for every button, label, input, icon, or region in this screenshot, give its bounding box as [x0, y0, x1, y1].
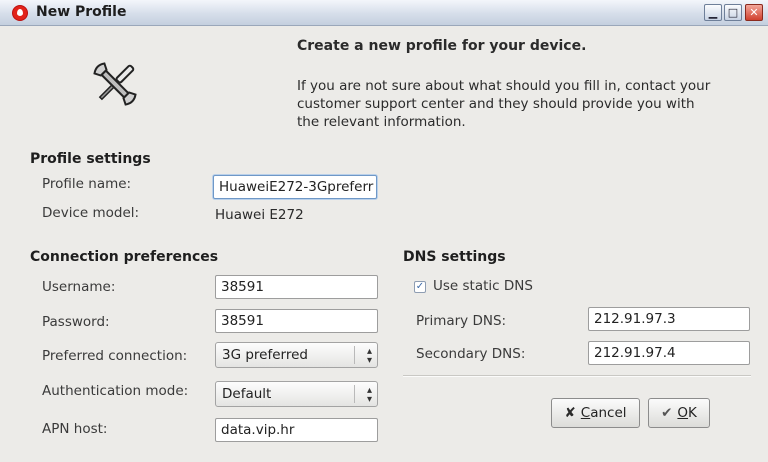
password-input[interactable]: 38591 [215, 309, 378, 333]
tools-icon [93, 62, 137, 106]
close-button[interactable]: ✕ [745, 4, 763, 21]
updown-arrow-icon: ▴ ▾ [366, 385, 372, 405]
device-model-label: Device model: [42, 205, 140, 221]
use-static-dns-label: Use static DNS [433, 278, 533, 294]
title-bar: New Profile ▁ □ ✕ [0, 0, 768, 26]
minimize-icon: ▁ [708, 6, 718, 19]
apn-host-label: APN host: [42, 421, 108, 437]
authentication-mode-label: Authentication mode: [42, 383, 189, 399]
preferred-connection-value: 3G preferred [222, 347, 308, 363]
dns-settings-heading: DNS settings [403, 249, 506, 265]
connection-preferences-heading: Connection preferences [30, 249, 219, 265]
primary-dns-input[interactable]: 212.91.97.3 [588, 307, 750, 331]
password-label: Password: [42, 314, 110, 330]
apn-host-input[interactable]: data.vip.hr [215, 418, 378, 442]
cancel-icon: ✘ [564, 405, 576, 421]
combo-separator [354, 385, 355, 403]
dialog-heading: Create a new profile for your device. [297, 38, 587, 54]
secondary-dns-label: Secondary DNS: [416, 346, 526, 362]
use-static-dns-checkbox[interactable]: ✓ [414, 281, 426, 293]
profile-name-input[interactable]: HuaweiE272-3Gpreferr [213, 175, 377, 199]
profile-settings-heading: Profile settings [30, 151, 151, 167]
minimize-button[interactable]: ▁ [704, 4, 722, 21]
secondary-dns-input[interactable]: 212.91.97.4 [588, 341, 750, 365]
checkmark-icon: ✓ [415, 281, 425, 292]
vodafone-logo-icon [13, 6, 27, 20]
separator-line [403, 375, 751, 377]
maximize-icon: □ [727, 6, 739, 19]
preferred-connection-select[interactable]: 3G preferred ▴ ▾ [215, 342, 378, 368]
ok-label: K [688, 405, 697, 421]
close-icon: ✕ [749, 6, 759, 19]
cancel-button[interactable]: ✘ Cancel [551, 398, 640, 428]
updown-arrow-icon: ▴ ▾ [366, 346, 372, 366]
username-input[interactable]: 38591 [215, 275, 378, 299]
ok-mnemonic: O [677, 405, 689, 421]
authentication-mode-value: Default [222, 386, 272, 402]
ok-button[interactable]: ✔ OK [648, 398, 710, 428]
cancel-label: ancel [590, 405, 627, 421]
primary-dns-label: Primary DNS: [416, 313, 507, 329]
maximize-button[interactable]: □ [724, 4, 742, 21]
dialog-description: If you are not sure about what should yo… [297, 78, 711, 130]
window-title: New Profile [36, 4, 127, 20]
authentication-mode-select[interactable]: Default ▴ ▾ [215, 381, 378, 407]
cancel-mnemonic: C [580, 405, 591, 421]
profile-name-label: Profile name: [42, 176, 132, 192]
ok-check-icon: ✔ [661, 405, 673, 421]
preferred-connection-label: Preferred connection: [42, 348, 188, 364]
device-model-value: Huawei E272 [215, 207, 304, 223]
username-label: Username: [42, 279, 116, 295]
combo-separator [354, 346, 355, 364]
